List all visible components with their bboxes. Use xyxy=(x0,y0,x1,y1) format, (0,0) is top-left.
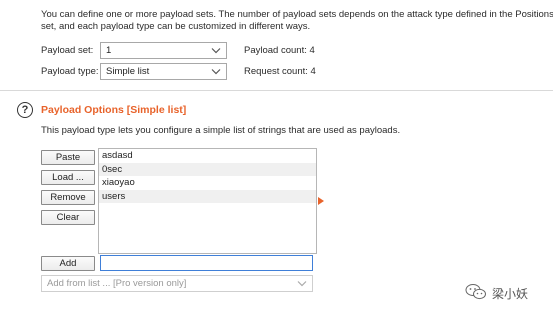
add-button[interactable]: Add xyxy=(41,256,95,271)
payload-type-label: Payload type: xyxy=(41,66,99,77)
watermark-text: 梁小妖 xyxy=(492,287,529,301)
chevron-down-icon xyxy=(211,69,221,75)
payload-sets-description-line1: You can define one or more payload sets.… xyxy=(41,9,553,20)
payload-list[interactable]: asdasd 0sec xiaoyao users xyxy=(98,148,317,254)
add-from-list-select[interactable]: Add from list ... [Pro version only] xyxy=(41,275,313,292)
chevron-down-icon xyxy=(211,48,221,54)
payload-set-value: 1 xyxy=(106,45,112,56)
payload-count-label: Payload count: 4 xyxy=(244,45,315,56)
add-from-list-value: Add from list ... [Pro version only] xyxy=(47,278,187,289)
payload-type-value: Simple list xyxy=(106,66,150,77)
payload-set-label: Payload set: xyxy=(41,45,94,56)
section-divider xyxy=(0,90,553,91)
payload-options-title: Payload Options [Simple list] xyxy=(41,104,187,116)
clear-button[interactable]: Clear xyxy=(41,210,95,225)
remove-button[interactable]: Remove xyxy=(41,190,95,205)
list-item[interactable]: users xyxy=(99,189,316,203)
insertion-marker-icon xyxy=(318,197,324,205)
list-item[interactable]: asdasd xyxy=(99,149,316,163)
chevron-down-icon xyxy=(297,281,307,287)
payload-sets-description-line2: set, and each payload type can be custom… xyxy=(41,21,311,32)
payload-options-description: This payload type lets you configure a s… xyxy=(41,125,401,136)
request-count-label: Request count: 4 xyxy=(244,66,316,77)
load-button[interactable]: Load ... xyxy=(41,170,95,185)
payload-set-select[interactable]: 1 xyxy=(100,42,227,59)
help-icon[interactable]: ? xyxy=(17,102,33,118)
paste-button[interactable]: Paste xyxy=(41,150,95,165)
payload-type-select[interactable]: Simple list xyxy=(100,63,227,80)
list-item[interactable]: xiaoyao xyxy=(99,176,316,190)
list-item[interactable]: 0sec xyxy=(99,162,316,176)
wechat-icon xyxy=(465,284,486,300)
add-item-input[interactable] xyxy=(100,255,313,271)
